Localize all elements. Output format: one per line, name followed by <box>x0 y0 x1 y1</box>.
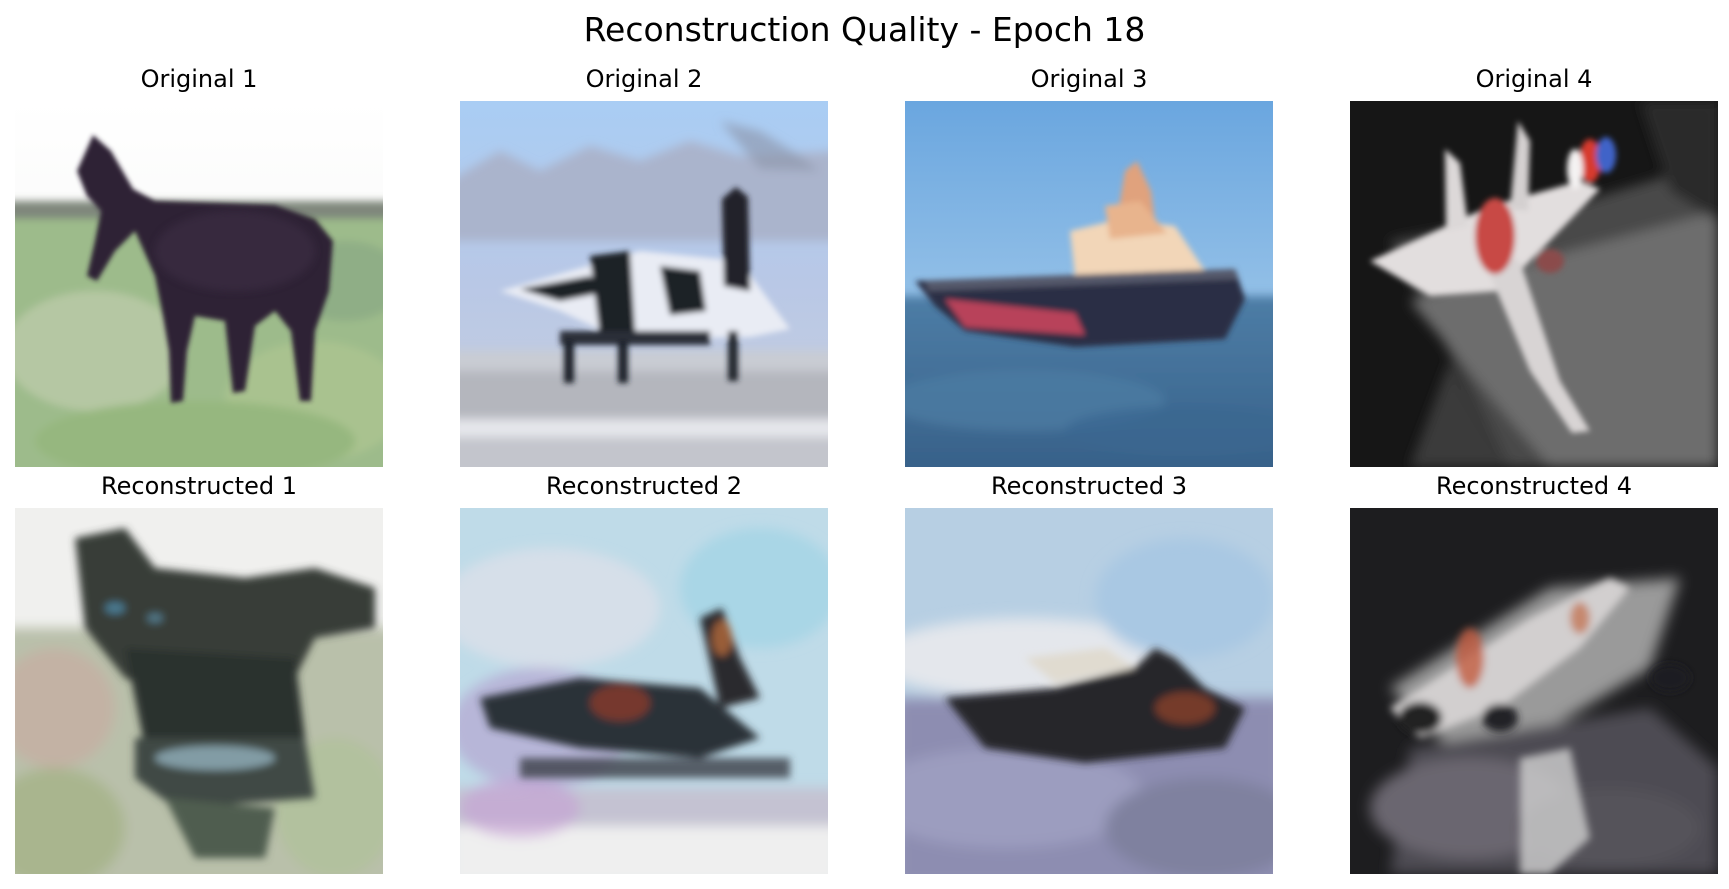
image-reconstructed-3 <box>905 508 1273 874</box>
panel-title-reconstructed-4: Reconstructed 4 <box>1436 472 1632 500</box>
image-original-2 <box>460 101 828 467</box>
panel-title-original-2: Original 2 <box>585 65 703 93</box>
panel-title-original-1: Original 1 <box>140 65 258 93</box>
image-original-1 <box>15 101 383 467</box>
image-reconstructed-2 <box>460 508 828 874</box>
panel-title-reconstructed-1: Reconstructed 1 <box>101 472 297 500</box>
figure-title: Reconstruction Quality - Epoch 18 <box>583 10 1146 49</box>
image-reconstructed-4 <box>1350 508 1718 874</box>
image-original-3 <box>905 101 1273 467</box>
image-reconstructed-1 <box>15 508 383 874</box>
panel-title-reconstructed-3: Reconstructed 3 <box>991 472 1187 500</box>
panel-title-reconstructed-2: Reconstructed 2 <box>546 472 742 500</box>
image-original-4 <box>1350 101 1718 467</box>
panel-title-original-3: Original 3 <box>1030 65 1148 93</box>
panel-title-original-4: Original 4 <box>1475 65 1593 93</box>
